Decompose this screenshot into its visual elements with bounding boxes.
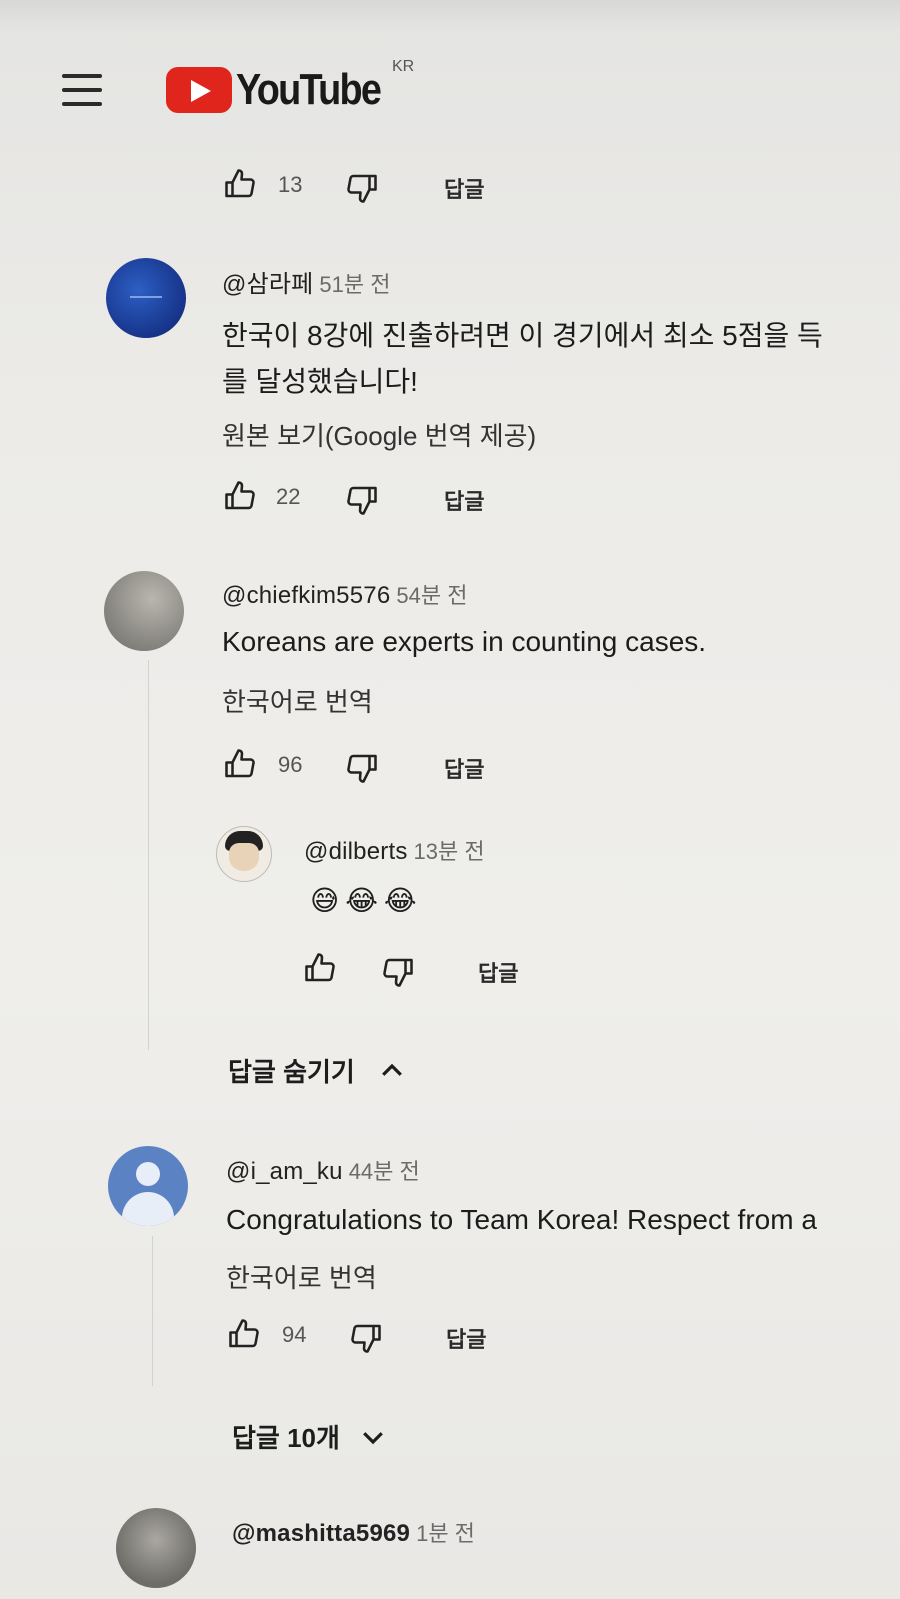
like-count: 13 [278, 172, 303, 197]
reply-button[interactable]: 답글 [444, 172, 484, 204]
comment-author[interactable]: @삼라페 [222, 271, 313, 298]
comment-time[interactable]: 1분 전 [416, 1521, 475, 1546]
show-replies-button[interactable]: 답글 10개 [232, 1418, 388, 1455]
reply-time[interactable]: 13분 전 [414, 839, 485, 864]
thread-line [148, 660, 149, 1050]
comment-author[interactable]: @mashitta5969 [232, 1520, 410, 1547]
thumbs-up-icon[interactable] [222, 166, 258, 202]
avatar[interactable] [116, 1508, 196, 1588]
reply-button[interactable]: 답글 [478, 956, 518, 988]
reply-text: 😅😂😂 [310, 885, 423, 916]
reply-header: @dilberts 13분 전 [304, 834, 485, 866]
thread-line [152, 1236, 153, 1386]
reply-author[interactable]: @dilberts [304, 838, 408, 865]
comment-text: Congratulations to Team Korea! Respect f… [226, 1204, 817, 1235]
comment-time[interactable]: 51분 전 [319, 272, 390, 297]
thumbs-up-icon[interactable] [222, 746, 258, 782]
thumbs-down-icon[interactable] [344, 482, 380, 518]
logo-wordmark: YouTube [236, 65, 382, 114]
reply-button[interactable]: 답글 [444, 484, 484, 516]
show-replies-label: 답글 10개 [232, 1423, 340, 1453]
reply-button[interactable]: 답글 [446, 1322, 486, 1354]
comment-author[interactable]: @chiefkim5576 [222, 582, 390, 609]
avatar[interactable] [104, 571, 184, 651]
avatar[interactable] [216, 826, 272, 882]
thumbs-down-icon[interactable] [344, 750, 380, 786]
comment-text: Koreans are experts in counting cases. [222, 626, 707, 657]
comment-header: @mashitta5969 1분 전 [232, 1516, 475, 1548]
thumbs-down-icon[interactable] [348, 1320, 384, 1356]
avatar[interactable] [108, 1146, 188, 1226]
translate-link[interactable]: 한국어로 번역 [222, 682, 373, 719]
hide-replies-button[interactable]: 답글 숨기기 [228, 1052, 407, 1089]
translate-link[interactable]: 원본 보기(Google 번역 제공) [222, 416, 536, 453]
comment-author[interactable]: @i_am_ku [226, 1158, 343, 1185]
thumbs-down-icon[interactable] [344, 170, 380, 206]
thumbs-up-icon[interactable] [222, 478, 258, 514]
youtube-logo[interactable]: YouTube [166, 60, 404, 120]
thumbs-up-icon[interactable] [226, 1316, 262, 1352]
thumbs-up-icon[interactable] [302, 950, 338, 986]
comment-text: 한국이 8강에 진출하려면 이 경기에서 최소 5점을 득 [222, 320, 823, 351]
thumbs-down-icon[interactable] [380, 954, 416, 990]
chevron-down-icon [363, 1431, 383, 1444]
menu-icon[interactable] [62, 74, 106, 110]
hide-replies-label: 답글 숨기기 [228, 1057, 355, 1087]
translate-link[interactable]: 한국어로 번역 [226, 1258, 377, 1295]
reply-button[interactable]: 답글 [444, 752, 484, 784]
play-logo-icon [166, 67, 232, 113]
like-count: 96 [278, 752, 303, 777]
like-count: 94 [282, 1322, 307, 1347]
comment-time[interactable]: 44분 전 [349, 1159, 420, 1184]
like-count: 22 [276, 484, 301, 509]
top-shadow [0, 0, 900, 30]
avatar[interactable] [106, 258, 186, 338]
region-code: KR [392, 58, 415, 75]
comment-header: @i_am_ku 44분 전 [226, 1154, 420, 1186]
comment-time[interactable]: 54분 전 [396, 583, 467, 608]
comment-text-line2: 를 달성했습니다! [222, 366, 418, 397]
comment-header: @chiefkim5576 54분 전 [222, 578, 467, 610]
chevron-up-icon [381, 1063, 402, 1076]
comment-header: @삼라페 51분 전 [222, 264, 390, 299]
